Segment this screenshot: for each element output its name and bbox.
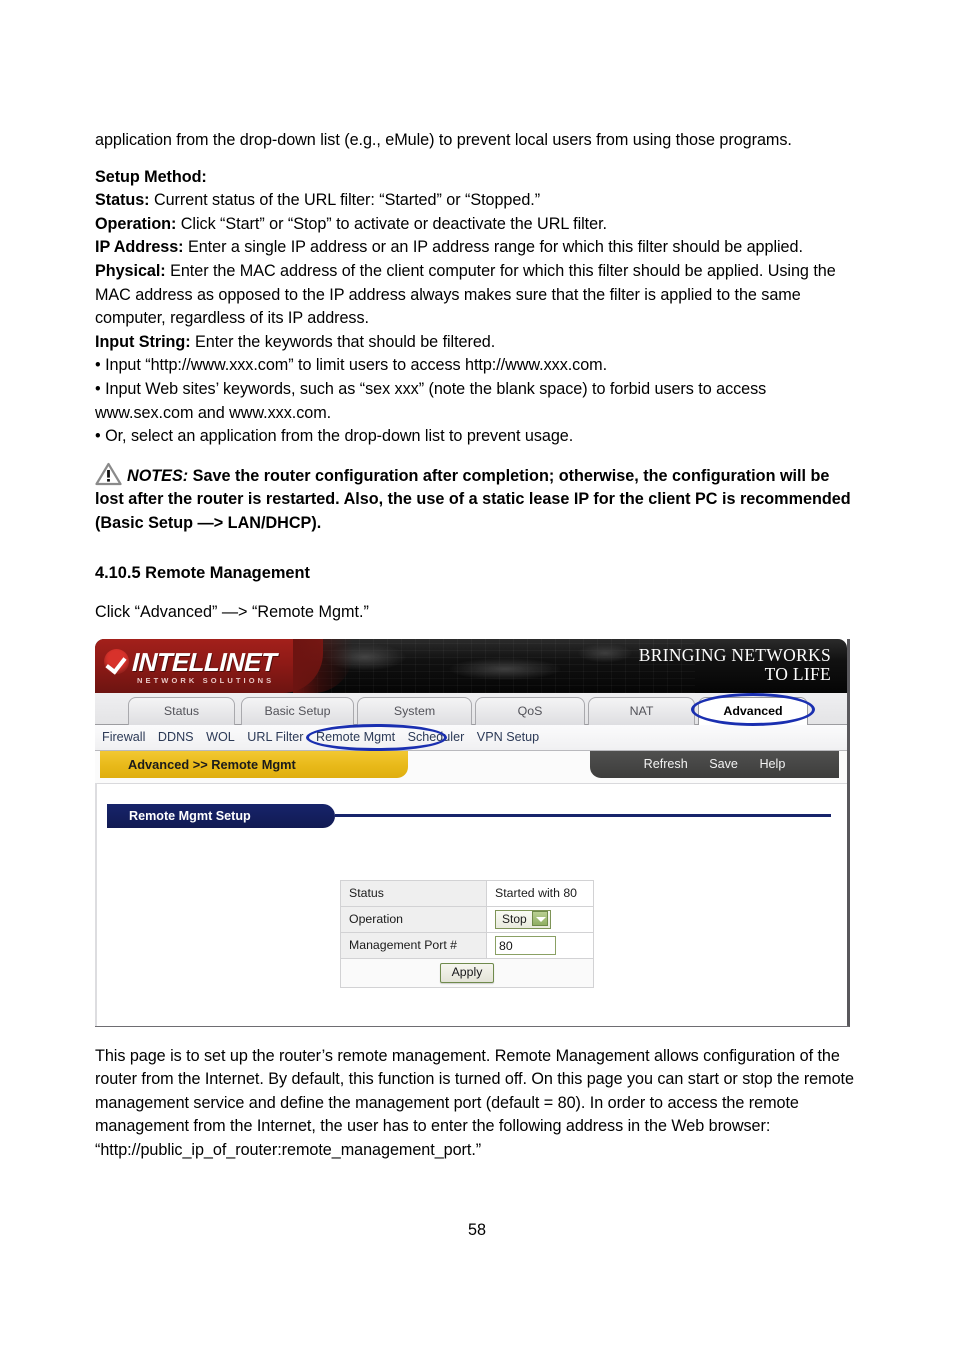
section-title: Remote Mgmt Setup	[107, 803, 335, 828]
apply-row: Apply	[340, 957, 594, 988]
field-label-operation: Operation	[340, 905, 487, 933]
tagline-line-1: BRINGING NETWORKS	[638, 644, 831, 665]
subnav-item-firewall[interactable]: Firewall	[102, 730, 145, 744]
notes-block: NOTES: Save the router configuration aft…	[95, 449, 855, 536]
table-row: Apply	[340, 957, 594, 988]
status-term: Status:	[95, 191, 150, 210]
table-row: Management Port # 80	[340, 931, 594, 959]
intro-paragraph: application from the drop-down list (e.g…	[95, 131, 792, 149]
setup-method-heading: Setup Method:	[95, 167, 207, 186]
subnav-item-scheduler[interactable]: Scheduler	[408, 730, 465, 744]
field-value-status: Started with 80	[486, 879, 594, 907]
tab-advanced[interactable]: Advanced	[698, 696, 808, 725]
tab-qos[interactable]: QoS	[475, 696, 585, 725]
action-bar: Refresh Save Help	[590, 750, 839, 778]
field-value-management-port: 80	[486, 931, 594, 959]
status-desc: Current status of the URL filter: “Start…	[149, 191, 541, 210]
tab-status[interactable]: Status	[128, 696, 235, 725]
tab-basic-setup[interactable]: Basic Setup	[241, 696, 354, 725]
tagline-line-2: TO LIFE	[764, 663, 831, 684]
physical-term: Physical:	[95, 261, 166, 280]
chevron-down-icon	[531, 910, 548, 926]
subnav-item-url-filter[interactable]: URL Filter	[247, 730, 303, 744]
management-port-input[interactable]: 80	[495, 935, 556, 955]
subnav-item-wol[interactable]: WOL	[206, 730, 235, 744]
banner-tagline: BRINGING NETWORKS TO LIFE	[638, 644, 831, 684]
notes-text: Save the router configuration after comp…	[95, 466, 851, 532]
warning-triangle-icon	[95, 462, 122, 486]
primary-tab-strip: Status Basic Setup System QoS NAT Advanc…	[95, 692, 847, 726]
operation-desc: Click “Start” or “Stop” to activate or d…	[176, 214, 607, 233]
brand-name: INTELLINET	[131, 646, 277, 677]
subnav-item-remote-mgmt[interactable]: Remote Mgmt	[316, 730, 395, 744]
brand-tagline: NETWORK SOLUTIONS	[137, 675, 275, 685]
page-number: 58	[467, 1221, 486, 1239]
ip-address-desc: Enter a single IP address or an IP addre…	[183, 238, 803, 257]
secondary-nav: Firewall DDNS WOL URL Filter Remote Mgmt…	[95, 723, 847, 751]
field-value-operation: Stop	[486, 905, 594, 933]
help-button[interactable]: Help	[759, 757, 785, 771]
refresh-button[interactable]: Refresh	[644, 757, 688, 771]
bullet-item-3: • Or, select an application from the dro…	[95, 427, 574, 446]
apply-button[interactable]: Apply	[439, 962, 495, 983]
operation-select[interactable]: Stop	[495, 909, 551, 929]
input-string-desc: Enter the keywords that should be filter…	[190, 332, 496, 351]
closing-paragraph: This page is to set up the router’s remo…	[95, 1046, 854, 1159]
subnav-item-vpn-setup[interactable]: VPN Setup	[477, 730, 539, 744]
checkmark-icon	[104, 648, 129, 674]
field-label-management-port: Management Port #	[340, 931, 487, 959]
ip-address-term: IP Address:	[95, 238, 184, 257]
click-path-instruction: Click “Advanced” —> “Remote Mgmt.”	[95, 602, 369, 621]
document-page: application from the drop-down list (e.g…	[95, 0, 855, 1162]
operation-definition: Operation: Click “Start” or “Stop” to ac…	[95, 213, 855, 237]
input-string-definition: Input String: Enter the keywords that sh…	[95, 331, 855, 355]
content-panel: Remote Mgmt Setup Status Started with 80…	[95, 782, 847, 1026]
physical-definition: Physical: Enter the MAC address of the c…	[95, 260, 855, 331]
intellinet-logo: INTELLINET NETWORK SOLUTIONS	[95, 638, 353, 693]
breadcrumb-row: Advanced >> Remote Mgmt Refresh Save Hel…	[95, 750, 847, 783]
ip-address-definition: IP Address: Enter a single IP address or…	[95, 236, 855, 260]
physical-desc: Enter the MAC address of the client comp…	[95, 261, 836, 328]
tab-system[interactable]: System	[357, 696, 472, 725]
table-row: Operation Stop	[340, 905, 594, 933]
bullet-item-2: • Input Web sites’ keywords, such as “se…	[95, 379, 767, 422]
subnav-item-ddns[interactable]: DDNS	[158, 730, 194, 744]
operation-term: Operation:	[95, 214, 177, 233]
input-string-term: Input String:	[95, 332, 191, 351]
section-divider	[335, 813, 831, 817]
breadcrumb: Advanced >> Remote Mgmt	[100, 750, 408, 778]
operation-select-value: Stop	[502, 911, 527, 926]
bullet-item-1: • Input “http://www.xxx.com” to limit us…	[95, 356, 608, 375]
status-definition: Status: Current status of the URL filter…	[95, 189, 855, 213]
router-header-banner: INTELLINET NETWORK SOLUTIONS BRINGING NE…	[95, 638, 847, 693]
table-row: Status Started with 80	[340, 879, 594, 907]
save-button[interactable]: Save	[709, 757, 738, 771]
remote-mgmt-form: Status Started with 80 Operation Stop Ma…	[340, 879, 594, 988]
section-heading: 4.10.5 Remote Management	[95, 563, 310, 582]
notes-label: NOTES:	[127, 466, 189, 485]
tab-nat[interactable]: NAT	[588, 696, 695, 725]
field-label-status: Status	[340, 879, 487, 907]
router-ui-screenshot: INTELLINET NETWORK SOLUTIONS BRINGING NE…	[95, 638, 850, 1027]
